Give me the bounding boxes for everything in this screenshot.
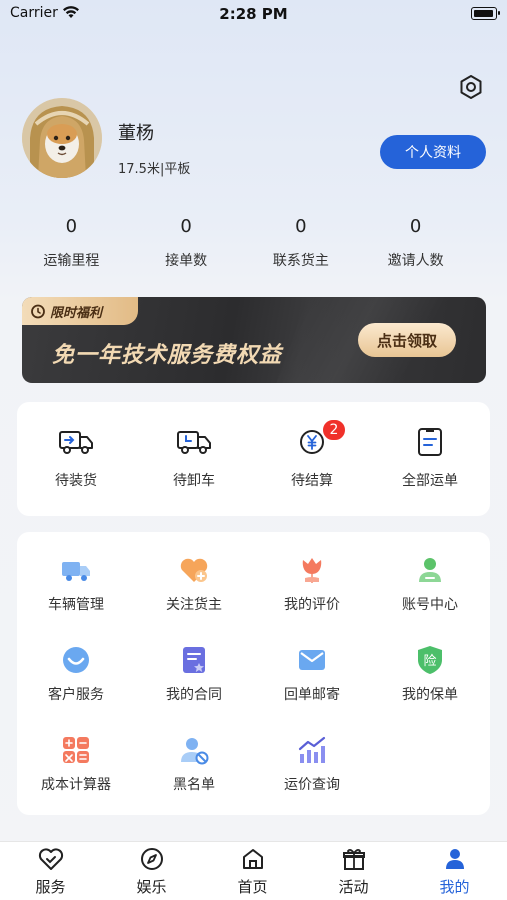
stat-orders[interactable]: 0 接单数: [129, 216, 244, 276]
service-receipt-mailing[interactable]: 回单邮寄: [253, 622, 371, 712]
banner-tag: 限时福利: [22, 297, 138, 325]
price-chart-icon: [298, 736, 326, 763]
stat-value: 0: [65, 216, 78, 237]
service-label: 回单邮寄: [284, 687, 340, 703]
service-my-insurance[interactable]: 险 我的保单: [371, 622, 489, 712]
order-pending-settle[interactable]: 待结算: [253, 402, 371, 516]
stat-value: 0: [295, 216, 307, 237]
service-label: 客户服务: [48, 687, 104, 703]
tab-entertainment[interactable]: 娱乐: [101, 842, 202, 900]
customer-service-icon: [63, 647, 89, 673]
tab-home[interactable]: 首页: [202, 842, 303, 900]
home-icon: [243, 849, 263, 869]
service-my-contracts[interactable]: 我的合同: [135, 622, 253, 712]
service-label: 我的评价: [284, 597, 340, 613]
service-label: 黑名单: [173, 777, 215, 793]
service-label: 关注货主: [166, 597, 222, 613]
truck-load-icon: [59, 431, 93, 454]
service-cost-calculator[interactable]: 成本计算器: [17, 712, 135, 802]
truck-icon: [62, 562, 90, 581]
banner-tag-text: 限时福利: [50, 305, 103, 321]
banner-title: 免一年技术服务费权益: [52, 343, 283, 368]
tab-label: 我的: [439, 878, 470, 896]
heart-plus-icon: [180, 558, 208, 582]
stat-label: 邀请人数: [387, 253, 444, 269]
tab-bar: 服务 娱乐 首页 活动 我的: [0, 841, 507, 900]
settings-icon[interactable]: [457, 73, 485, 101]
flower-icon: [302, 558, 322, 583]
mail-icon: [299, 650, 325, 670]
gift-icon: [343, 848, 365, 870]
tab-mine[interactable]: 我的: [404, 842, 505, 900]
service-customer-service[interactable]: 客户服务: [17, 622, 135, 712]
waybill-icon: [418, 428, 442, 456]
service-follow-shipper[interactable]: 关注货主: [135, 532, 253, 622]
order-label: 待结算: [291, 473, 333, 489]
service-label: 我的保单: [402, 687, 458, 703]
service-blacklist[interactable]: 黑名单: [135, 712, 253, 802]
status-bar: Carrier 2:28 PM: [0, 0, 507, 30]
service-label: 成本计算器: [41, 777, 111, 793]
profile-button[interactable]: 个人资料: [380, 135, 486, 169]
stat-label: 接单数: [165, 253, 208, 269]
stat-value: 0: [409, 216, 422, 237]
order-label: 待装货: [55, 473, 97, 489]
stat-mileage[interactable]: 0 运输里程: [14, 216, 129, 276]
service-account-center[interactable]: 账号中心: [371, 532, 489, 622]
compass-icon: [141, 848, 163, 870]
stat-contacts[interactable]: 0 联系货主: [244, 216, 359, 276]
tab-services[interactable]: 服务: [0, 842, 101, 900]
promo-banner[interactable]: 限时福利 免一年技术服务费权益 点击领取: [22, 297, 486, 383]
order-label: 全部运单: [402, 473, 458, 489]
tab-label: 娱乐: [136, 878, 167, 896]
order-pending-load[interactable]: 待装货: [17, 402, 135, 516]
avatar[interactable]: [22, 98, 102, 178]
account-icon: [419, 558, 441, 582]
vehicle-info: 17.5米|平板: [118, 162, 191, 177]
service-label: 账号中心: [402, 597, 458, 613]
dog-avatar-image: [22, 98, 102, 178]
insurance-glyph: 险: [423, 654, 436, 669]
status-time: 2:28 PM: [219, 5, 288, 23]
truck-unload-icon: [177, 431, 211, 454]
service-my-reviews[interactable]: 我的评价: [253, 532, 371, 622]
settlement-badge: 2: [321, 418, 347, 442]
tab-label: 活动: [338, 878, 369, 896]
stat-label: 运输里程: [43, 253, 100, 269]
order-label: 待卸车: [173, 473, 215, 489]
insurance-icon: 险: [418, 646, 442, 674]
tab-label: 首页: [237, 878, 268, 896]
order-all-waybills[interactable]: 全部运单: [371, 402, 489, 516]
stat-value: 0: [180, 216, 192, 237]
contract-icon: [183, 647, 205, 673]
calculator-icon: [63, 737, 89, 763]
clock-icon: [31, 304, 45, 319]
order-pending-unload[interactable]: 待卸车: [135, 402, 253, 516]
stats-row: 0 运输里程 0 接单数 0 联系货主 0 邀请人数: [14, 216, 473, 276]
service-label: 运价查询: [284, 777, 340, 793]
stat-invites[interactable]: 0 邀请人数: [358, 216, 473, 276]
service-freight-price[interactable]: 运价查询: [253, 712, 371, 802]
services-card: 车辆管理 关注货主 我的评价 账号中心 客户服务 我的合同 回单邮寄 险 我的保…: [17, 532, 490, 815]
claim-button[interactable]: 点击领取: [358, 323, 456, 357]
service-vehicle-management[interactable]: 车辆管理: [17, 532, 135, 622]
blacklist-icon: [181, 738, 209, 765]
battery-icon: [471, 7, 500, 20]
service-label: 车辆管理: [48, 597, 104, 613]
user-icon: [446, 849, 464, 869]
service-label: 我的合同: [166, 687, 222, 703]
heart-check-icon: [38, 848, 64, 870]
stat-label: 联系货主: [272, 253, 329, 269]
tab-activities[interactable]: 活动: [303, 842, 404, 900]
tab-label: 服务: [35, 878, 66, 896]
orders-card: 待装货 待卸车 待结算 全部运单: [17, 402, 490, 516]
user-name: 董杨: [118, 123, 154, 144]
